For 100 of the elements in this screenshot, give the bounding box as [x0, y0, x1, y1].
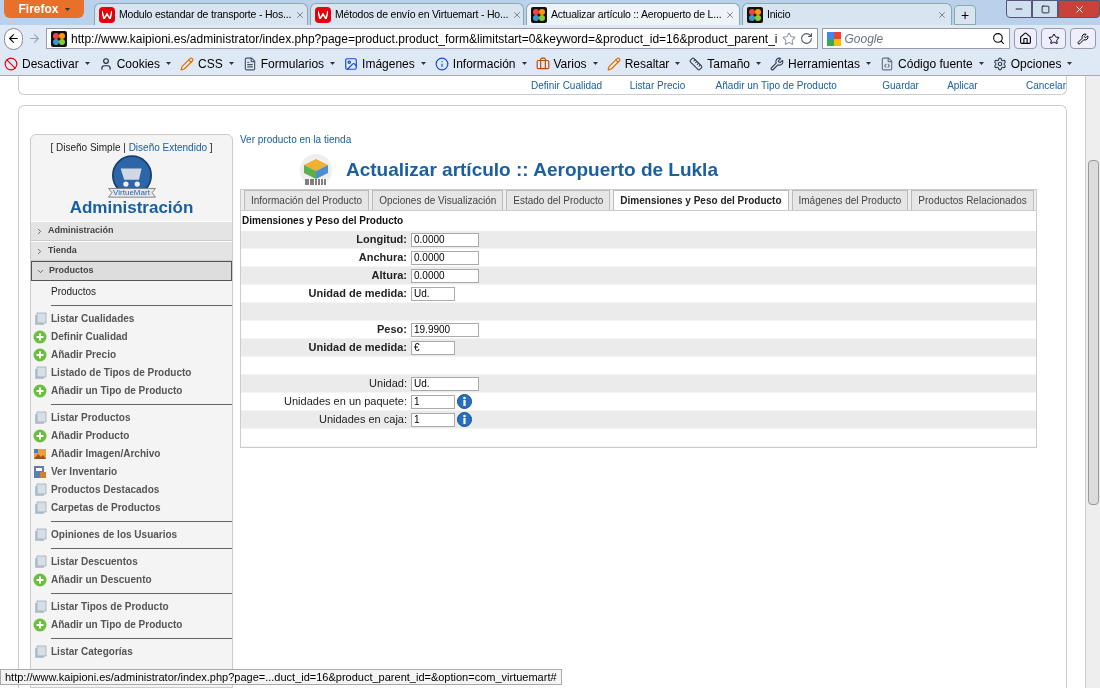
toolbar-link[interactable]: Listar Precio — [629, 76, 716, 93]
info-icon[interactable] — [457, 412, 472, 427]
menu-link[interactable]: Listar Productos — [51, 410, 131, 425]
close-icon[interactable] — [725, 9, 736, 20]
menu-link[interactable]: Productos Destacados — [51, 482, 160, 497]
toolbar-link[interactable]: Añadir un Tipo de Producto — [715, 76, 883, 93]
input-field[interactable]: 1 — [411, 412, 455, 427]
input-field[interactable]: 0.0000 — [411, 232, 479, 247]
menu-link[interactable]: Añadir Precio — [51, 347, 117, 362]
maximize-button[interactable] — [1032, 0, 1058, 18]
caret-icon — [228, 62, 234, 65]
document-list-icon — [33, 599, 47, 614]
search-icon[interactable] — [992, 32, 1006, 45]
layout-link[interactable]: Diseño Extendido — [128, 140, 207, 155]
toolbar-menu-button[interactable]: Varios — [535, 54, 598, 73]
close-icon — [1073, 3, 1085, 15]
minimize-button[interactable] — [1006, 0, 1032, 18]
caret-icon — [330, 62, 336, 65]
menu-section-header[interactable]: Productos — [31, 261, 232, 281]
document-list-icon — [33, 644, 47, 659]
form-tab[interactable]: Información del Producto — [244, 190, 370, 210]
toolbar-menu-button[interactable]: Desactivar — [4, 54, 90, 73]
toolbar-menu-button[interactable]: Herramientas — [770, 54, 872, 73]
toolbar-menu-button[interactable]: Imágenes — [344, 54, 426, 73]
wrench-icon — [1077, 32, 1090, 45]
menu-link[interactable]: Listar Cualidades — [51, 311, 135, 326]
scroll-thumb[interactable] — [1087, 160, 1099, 505]
field-label: Peso: — [376, 322, 408, 338]
menu-link[interactable]: Añadir un Tipo de Producto — [51, 383, 183, 398]
menu-link[interactable]: Listar Categorías — [51, 644, 133, 659]
input-field[interactable]: Ud. — [411, 286, 455, 301]
addon-button[interactable] — [1070, 28, 1096, 49]
home-button[interactable] — [1014, 28, 1037, 49]
caret-icon — [84, 62, 90, 65]
menu-link[interactable]: Listado de Tipos de Producto — [51, 365, 192, 380]
form-tab[interactable]: Dimensiones y Peso del Producto — [613, 190, 789, 210]
star-icon — [1047, 32, 1060, 45]
input-field[interactable]: € — [411, 340, 455, 355]
browser-tab[interactable]: Modulo estandar de transporte - Hos... — [94, 3, 308, 25]
field-label: Altura: — [370, 268, 408, 284]
menu-section-header[interactable]: Tienda — [31, 241, 232, 261]
search-field[interactable]: Google — [821, 28, 1011, 49]
reload-icon[interactable] — [799, 32, 813, 45]
browser-tab[interactable]: Inicio — [742, 3, 952, 25]
status-bar: http://www.kaipioni.es/administrator/index.php?page=...duct_id=16&product_parent_id=&option=com_virtuemart# — [0, 669, 562, 685]
menu-link[interactable]: Listar Tipos de Producto — [51, 599, 169, 614]
toolbar-menu-button[interactable]: Tamaño — [689, 54, 761, 73]
vertical-scrollbar[interactable] — [1085, 76, 1100, 688]
back-button[interactable] — [4, 27, 23, 50]
browser-tab[interactable]: Actualizar artículo :: Aeropuerto de L... — [526, 3, 740, 25]
toolbar-menu-button[interactable]: Cookies — [98, 54, 172, 73]
add-circle-icon — [33, 329, 47, 344]
info-icon[interactable] — [457, 394, 472, 409]
close-window-button[interactable] — [1058, 0, 1100, 18]
caret-icon — [675, 62, 681, 65]
close-icon[interactable] — [512, 9, 523, 20]
form-tab[interactable]: Productos Relacionados — [911, 190, 1034, 210]
ruler-icon — [689, 56, 704, 71]
toolbar-menu-button[interactable]: Código fuente — [880, 54, 984, 73]
menu-section-header[interactable]: Administración — [31, 221, 232, 241]
address-bar[interactable]: http://www.kaipioni.es/administrator/index.php?page=product.product_form&limitstart=0&keyword=&product_id=16&product_parent_i — [46, 28, 818, 49]
menu-link[interactable]: Ver Inventario — [51, 464, 118, 479]
toolbar-link[interactable]: Definir Cualidad — [530, 76, 630, 93]
toolbar-menu-button[interactable]: Formularios — [242, 54, 336, 73]
close-icon[interactable] — [937, 9, 947, 20]
input-field[interactable]: 0.0000 — [411, 268, 479, 283]
menu-link[interactable]: Listar Descuentos — [51, 554, 138, 569]
menu-link[interactable]: Opiniones de los Usuarios — [51, 527, 178, 542]
action-link[interactable]: Aplicar — [947, 76, 1026, 93]
input-field[interactable]: 0.0000 — [411, 250, 479, 265]
caret-icon — [978, 62, 984, 65]
menu-link[interactable]: Añadir un Descuento — [51, 572, 152, 587]
store-link[interactable]: Ver producto en la tienda — [240, 132, 1055, 147]
form-tab[interactable]: Estado del Producto — [506, 190, 611, 210]
menu-link[interactable]: Añadir un Tipo de Producto — [51, 617, 183, 632]
close-icon[interactable] — [295, 9, 306, 20]
gear-icon — [992, 56, 1007, 71]
toolbar-menu-button[interactable]: Resaltar — [606, 54, 681, 73]
input-field[interactable]: 1 — [411, 394, 455, 409]
star-icon[interactable] — [781, 31, 796, 46]
page-title: Actualizar artículo :: Aeropuerto de Lukla — [346, 157, 718, 182]
toolbar-menu-button[interactable]: Información — [434, 54, 527, 73]
action-link[interactable]: Guardar — [882, 76, 948, 93]
input-field[interactable]: 19.9900 — [411, 322, 479, 337]
menu-link[interactable]: Añadir Imagen/Archivo — [51, 446, 161, 461]
bookmarks-button[interactable] — [1040, 28, 1067, 49]
document-list-icon — [33, 311, 47, 326]
form-tab[interactable]: Opciones de Visualización — [372, 190, 504, 210]
form-tab[interactable]: Imágenes del Producto — [791, 190, 909, 210]
input-field[interactable]: Ud. — [411, 376, 479, 391]
menu-link[interactable]: Definir Cualidad — [51, 329, 128, 344]
layout-link[interactable]: Diseño Simple — [56, 140, 121, 155]
document-list-icon — [33, 554, 47, 569]
menu-link[interactable]: Añadir Producto — [51, 428, 130, 443]
action-link[interactable]: Cancelar — [1025, 76, 1066, 93]
toolbar-menu-button[interactable]: Opciones — [992, 54, 1073, 73]
new-tab-button[interactable]: + — [954, 5, 976, 25]
toolbar-menu-button[interactable]: CSS — [180, 54, 234, 73]
browser-tab[interactable]: Métodos de envío en Virtuemart - Ho... — [310, 3, 524, 25]
menu-link[interactable]: Carpetas de Productos — [51, 500, 161, 515]
